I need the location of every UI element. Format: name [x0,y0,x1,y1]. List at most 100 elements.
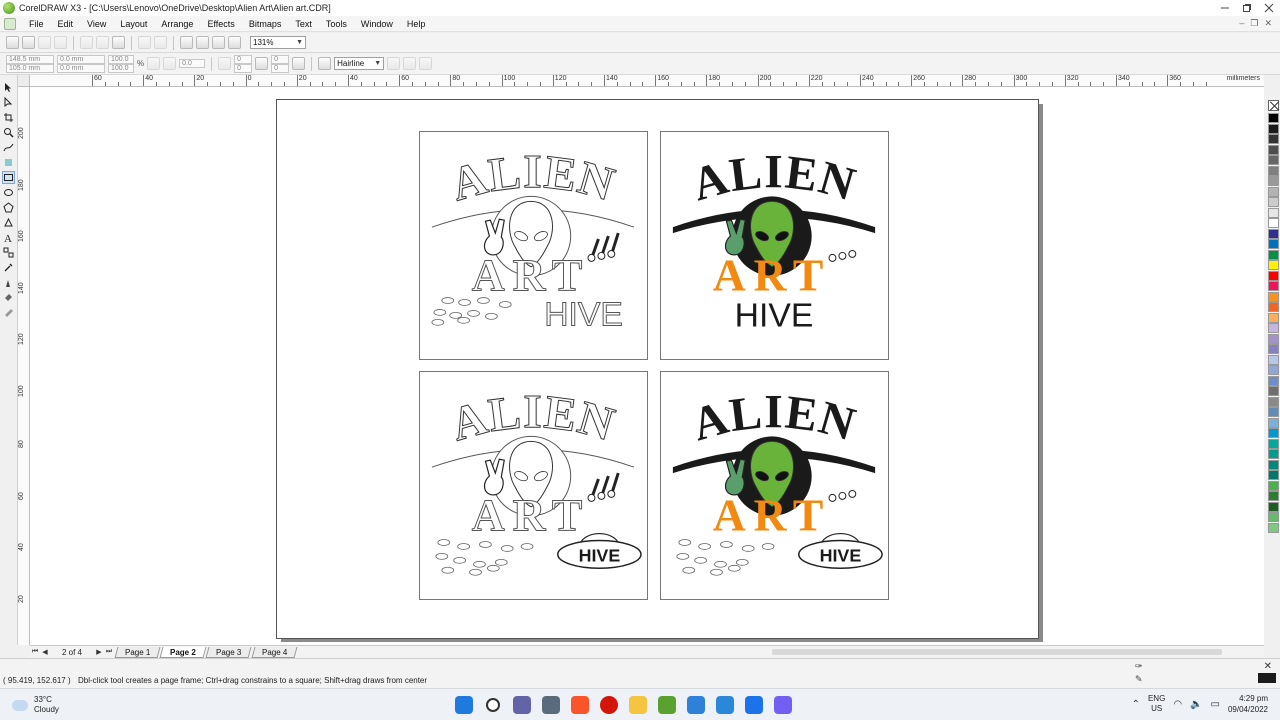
y-position-field[interactable]: 105.0 mm [6,63,54,73]
palette-swatch[interactable] [1267,113,1279,123]
palette-swatch[interactable] [1267,270,1279,281]
palette-swatch[interactable] [1267,459,1279,470]
volume-icon[interactable]: 🔈 [1190,699,1202,710]
record-icon[interactable] [600,696,618,714]
palette-swatch[interactable] [1267,165,1279,176]
scale-x-field[interactable]: 100.0 [108,54,134,64]
palette-swatch[interactable] [1267,291,1279,302]
palette-swatch[interactable] [1267,312,1279,323]
cut-icon[interactable] [80,36,93,49]
crop-tool-icon[interactable] [2,111,15,124]
outline-color-swatch[interactable] [1258,673,1276,683]
ellipse-tool-icon[interactable] [2,186,15,199]
horizontal-ruler[interactable]: millimeters 60 40 20 0 20 40 60 80 100 120 140 160 1… [30,75,1264,87]
battery-icon[interactable]: ▭ [1211,699,1220,710]
document-icon[interactable] [4,17,16,30]
doc-minimize-icon[interactable]: – [1239,18,1244,29]
palette-swatch[interactable] [1267,417,1279,428]
palette-swatch[interactable] [1267,512,1279,522]
palette-swatch[interactable] [1267,396,1279,407]
wifi-icon[interactable]: ◠ [1173,699,1182,710]
previous-page-icon[interactable]: ◀ [40,647,50,658]
corner-bottom-left-field[interactable]: 0 [234,63,253,73]
palette-swatch[interactable] [1267,197,1279,207]
first-page-icon[interactable]: ⏮ [30,647,40,658]
menu-text[interactable]: Text [288,19,319,29]
export-icon[interactable] [196,36,209,49]
doc-restore-icon[interactable]: ❐ [1250,18,1258,29]
basic-shapes-tool-icon[interactable] [2,216,15,229]
lock-ratio-icon[interactable] [147,57,161,70]
menu-bitmaps[interactable]: Bitmaps [242,19,289,29]
zoom-tool-icon[interactable] [2,126,15,139]
palette-swatch[interactable] [1267,407,1279,417]
menu-help[interactable]: Help [400,19,433,29]
pick-tool-icon[interactable] [2,81,15,94]
artwork-outline-2[interactable]: ALIEN ART HIVE [419,371,648,600]
search-icon[interactable] [486,698,500,712]
convert-to-curves-icon[interactable] [419,57,433,70]
file-explorer-cursor-icon[interactable] [542,696,560,714]
page-tab-4[interactable]: Page 4 [251,646,298,658]
palette-swatch[interactable] [1267,260,1279,270]
no-color-swatch[interactable] [1267,100,1279,111]
palette-swatch[interactable] [1267,449,1279,459]
to-front-icon[interactable] [403,57,417,70]
artwork-color-1[interactable]: ALIEN ART HIVE [660,131,889,360]
open-icon[interactable] [22,36,35,49]
rotation-angle-field[interactable]: 0.0 [179,59,206,68]
mirror-icon[interactable] [218,57,232,70]
palette-swatch[interactable] [1267,281,1279,291]
menu-tools[interactable]: Tools [319,19,354,29]
scale-y-field[interactable]: 100.0 [108,63,134,73]
round-corners-together-icon[interactable] [292,57,306,70]
height-field[interactable]: 0.0 mm [57,63,105,73]
menu-window[interactable]: Window [354,19,400,29]
palette-swatch[interactable] [1267,354,1279,365]
ruler-origin[interactable] [18,75,30,87]
coreldraw-icon[interactable] [658,696,676,714]
menu-effects[interactable]: Effects [200,19,241,29]
corner-bottom-right-field[interactable]: 0 [271,63,290,73]
redo-icon[interactable] [154,36,167,49]
palette-swatch[interactable] [1267,365,1279,375]
azure-icon[interactable] [687,696,705,714]
palette-swatch[interactable] [1267,428,1279,438]
menu-file[interactable]: File [22,19,51,29]
menu-layout[interactable]: Layout [113,19,154,29]
rotate-icon[interactable] [163,57,177,70]
page-tab-2[interactable]: Page 2 [159,646,207,658]
palette-swatch[interactable] [1267,386,1279,396]
palette-swatch[interactable] [1267,522,1279,533]
menu-view[interactable]: View [80,19,113,29]
print-icon[interactable] [54,36,67,49]
palette-swatch[interactable] [1267,480,1279,491]
restore-button[interactable] [1236,0,1258,16]
close-button[interactable] [1258,0,1280,16]
document-page[interactable] [276,99,1039,639]
zoom-levels-dropdown[interactable]: 131% ▼ [250,36,306,49]
palette-swatch[interactable] [1267,239,1279,249]
brave-icon[interactable] [571,696,589,714]
vertical-ruler[interactable]: 200 180 160 140 120 100 80 60 40 20 [18,87,30,645]
outline-pen-icon[interactable] [318,57,332,70]
freehand-tool-icon[interactable] [2,141,15,154]
save-icon[interactable] [38,36,51,49]
palette-swatch[interactable] [1267,491,1279,501]
doc-close-icon[interactable]: ✕ [1264,18,1272,29]
corner-icon[interactable] [255,57,269,70]
chevron-up-icon[interactable]: ⌃ [1132,699,1140,710]
shape-tool-icon[interactable] [2,96,15,109]
palette-swatch[interactable] [1267,144,1279,155]
palette-swatch[interactable] [1267,438,1279,449]
palette-swatch[interactable] [1267,134,1279,144]
menu-edit[interactable]: Edit [51,19,81,29]
palette-swatch[interactable] [1267,501,1279,512]
menu-arrange[interactable]: Arrange [154,19,200,29]
text-tool-icon[interactable]: A [2,231,15,244]
page-tab-3[interactable]: Page 3 [205,646,252,658]
check-icon[interactable] [716,696,734,714]
interactive-fill-tool-icon[interactable] [2,306,15,319]
weather-widget[interactable]: 33°C Cloudy [12,695,59,715]
viber-icon[interactable] [774,696,792,714]
